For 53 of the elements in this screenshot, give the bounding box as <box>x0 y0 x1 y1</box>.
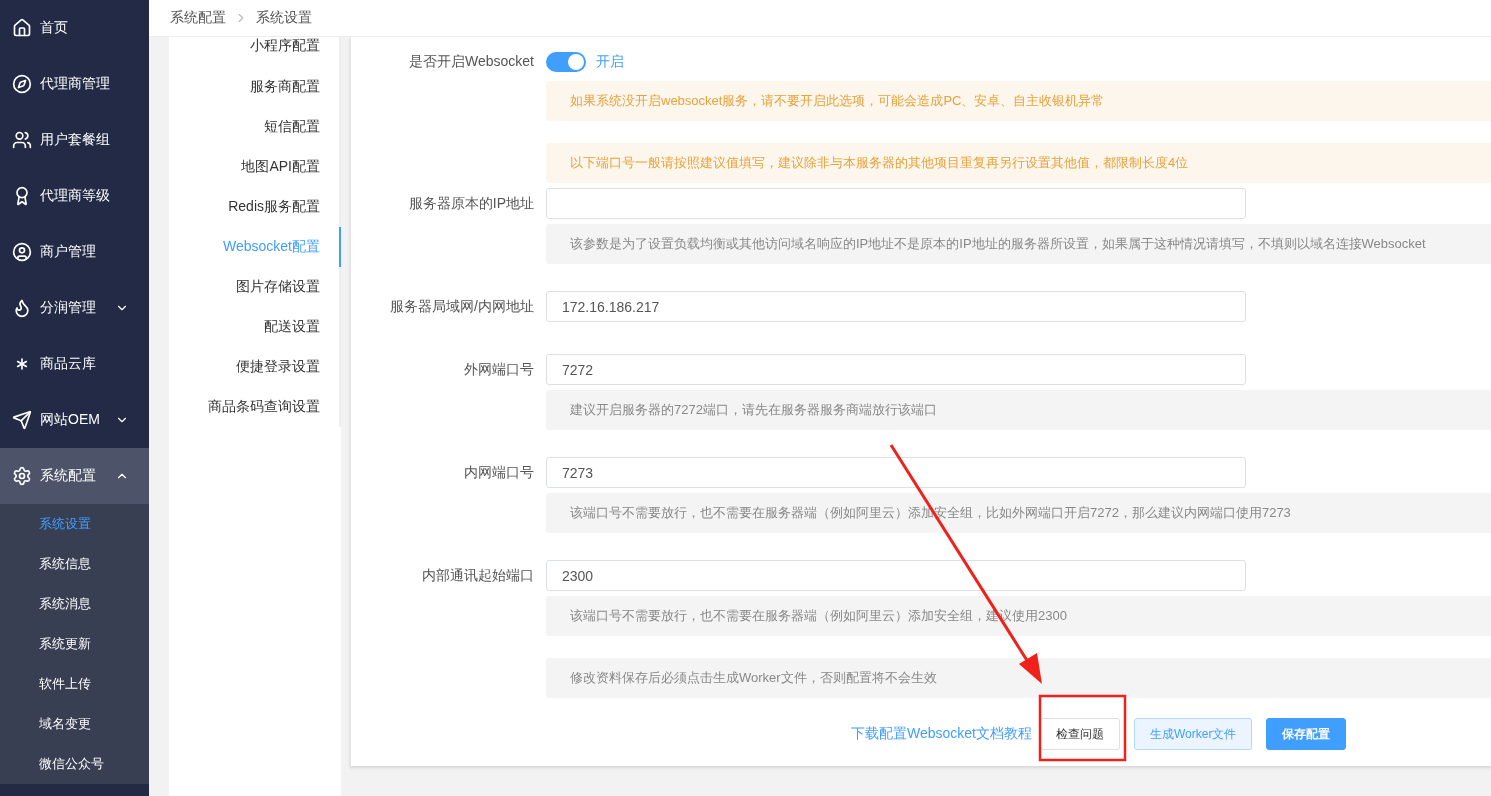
settings-menu-item[interactable]: 便捷登录设置 <box>169 347 341 387</box>
hint-note: 该参数是为了设置负载均衡或其他访问域名响应的IP地址不是原本的IP地址的服务器所设置，如果属于这种情况请填写，不填则以域名连接Websocket <box>546 224 1491 264</box>
settings-menu-item[interactable]: 配送设置 <box>169 307 341 347</box>
settings-menu-item[interactable]: 短信配置 <box>169 107 341 147</box>
sidebar-item[interactable]: 网站OEM <box>0 392 149 448</box>
breadcrumb-item[interactable]: 系统设置 <box>256 9 312 27</box>
hint-note: 修改资料保存后必须点击生成Worker文件，否则配置将不会生效 <box>546 658 1491 698</box>
field-label: 服务器原本的IP地址 <box>407 194 534 213</box>
field-label: 是否开启Websocket <box>408 53 534 71</box>
settings-menu-item[interactable]: 商品条码查询设置 <box>169 387 341 427</box>
warning-note: 以下端口号一般请按照建议值填写，建议除非与本服务器的其他项目重复再另行设置其他值，都限制长度4位 <box>546 143 1491 183</box>
input-field[interactable]: 7272 <box>546 354 1246 385</box>
submenu-item[interactable]: 系统信息 <box>0 544 149 584</box>
settings-menu-item[interactable]: 服务商配置 <box>169 67 341 107</box>
menu-icon <box>12 410 32 430</box>
settings-menu-item[interactable]: 图片存储设置 <box>169 267 341 307</box>
input-field[interactable]: 172.16.186.217 <box>546 291 1246 322</box>
menu-icon <box>12 18 32 38</box>
menu-icon <box>12 242 32 262</box>
submenu-item[interactable]: 系统消息 <box>0 584 149 624</box>
submenu-item[interactable]: 系统设置 <box>0 504 149 544</box>
menu-icon <box>12 466 32 486</box>
sidebar-item[interactable]: 用户套餐组 <box>0 112 149 168</box>
menu-icon <box>12 74 32 94</box>
toggle-switch[interactable] <box>546 52 586 72</box>
toggle-status: 开启 <box>596 53 624 71</box>
input-field[interactable]: 7273 <box>546 457 1246 488</box>
warning-note: 如果系统没开启websocket服务，请不要开启此选项，可能会造成PC、安卓、自主收银机异常 <box>546 81 1491 121</box>
settings-menu-item[interactable]: 小程序配置 <box>169 37 341 67</box>
settings-menu-item[interactable]: Redis服务配置 <box>169 187 341 227</box>
sidebar-item[interactable]: 代理商等级 <box>0 168 149 224</box>
field-label: 内网端口号 <box>463 463 534 482</box>
field-label: 内部通讯起始端口 <box>421 566 534 585</box>
breadcrumb-item[interactable]: 系统配置 <box>170 9 226 27</box>
sidebar-item[interactable]: 代理商管理 <box>0 56 149 112</box>
submenu-item[interactable]: 软件上传 <box>0 664 149 704</box>
submenu-item[interactable]: 系统更新 <box>0 624 149 664</box>
input-field[interactable] <box>546 188 1246 219</box>
field-label: 服务器局域网/内网地址 <box>389 297 534 316</box>
settings-menu-item[interactable]: 地图API配置 <box>169 147 341 187</box>
sidebar-item[interactable]: 首页 <box>0 0 149 56</box>
sidebar-item[interactable]: 商品云库 <box>0 336 149 392</box>
sidebar-item[interactable]: 商户管理 <box>0 224 149 280</box>
menu-icon <box>12 298 32 318</box>
submenu-item[interactable]: 微信公众号 <box>0 744 149 784</box>
field-label: 外网端口号 <box>463 360 534 379</box>
action-button[interactable]: 检查问题 <box>1040 718 1120 750</box>
sidebar-item[interactable]: 分润管理 <box>0 280 149 336</box>
hint-note: 建议开启服务器的7272端口，请先在服务器服务商端放行该端口 <box>546 390 1491 430</box>
menu-icon <box>12 130 32 150</box>
sidebar-item[interactable]: 系统配置 <box>0 448 149 504</box>
input-field[interactable]: 2300 <box>546 560 1246 591</box>
submenu-item[interactable]: 域名变更 <box>0 704 149 744</box>
